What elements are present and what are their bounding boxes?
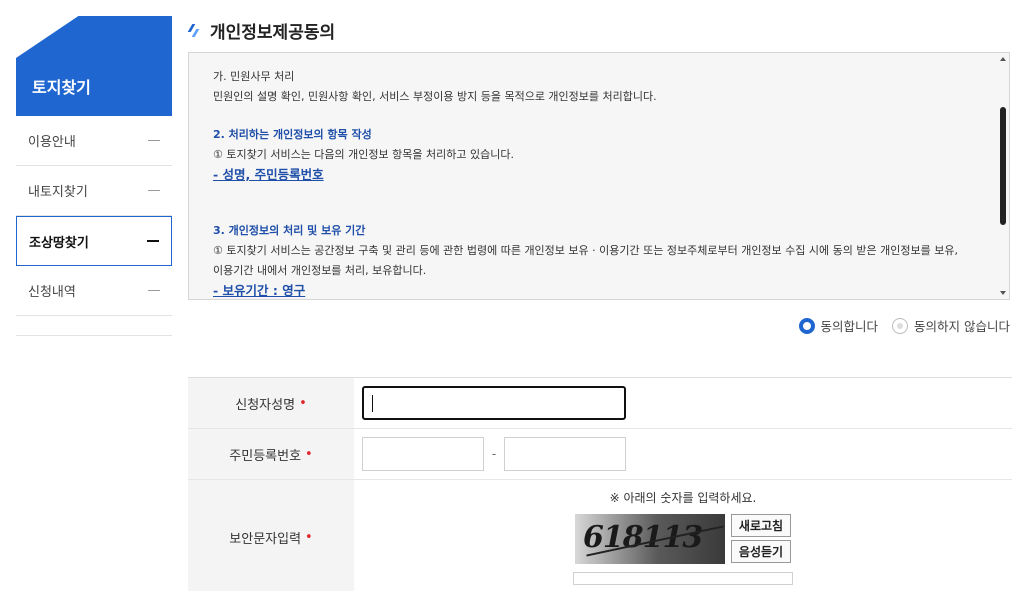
minus-icon [147,240,159,242]
agreement-radio-group: 동의합니다 동의하지 않습니다 [798,316,1010,335]
form-row-captcha: 보안문자입력 • ※ 아래의 숫자를 입력하세요. 618113 새로고침 음성… [188,480,1012,591]
radio-checked-icon[interactable] [798,317,815,334]
minus-icon [148,190,160,191]
terms-item-list: - 성명, 주민등록번호 [213,167,324,182]
captcha-row: 618113 새로고침 음성듣기 [575,514,791,564]
id-separator: - [491,447,497,461]
sidebar-item-label: 신청내역 [28,285,76,300]
scroll-thumb[interactable] [1000,107,1006,225]
disagree-radio[interactable]: 동의하지 않습니다 [892,316,1010,335]
sidebar-header: 토지찾기 [16,16,172,116]
scroll-up-arrow-icon[interactable] [1000,57,1006,61]
form-field: ※ 아래의 숫자를 입력하세요. 618113 새로고침 음성듣기 [354,480,1012,591]
sidebar: 토지찾기 이용안내 내토지찾기 조상땅찾기 신청내역 [16,16,172,336]
form-label: 신청자성명 • [188,378,354,428]
resident-number-back-input[interactable] [504,437,626,471]
agree-radio[interactable]: 동의합니다 [798,316,879,335]
sidebar-item-usage-guide[interactable]: 이용안내 [16,116,172,166]
minus-icon [148,140,160,141]
required-mark: • [299,395,307,411]
form-label: 주민등록번호 • [188,429,354,479]
terms-content: 가. 민원사무 처리 민원인의 설명 확인, 민원사항 확인, 서비스 부정이용… [189,53,1009,299]
terms-text: ① 토지찾기 서비스는 다음의 개인정보 항목을 처리하고 있습니다. [213,148,514,161]
captcha-input[interactable] [573,572,793,585]
required-mark: • [305,446,313,462]
disagree-label: 동의하지 않습니다 [914,319,1010,334]
captcha-image: 618113 [575,514,725,564]
terms-heading: 2. 처리하는 개인정보의 항목 작성 [213,128,372,141]
terms-scrollbar[interactable] [997,53,1009,299]
minus-icon [148,290,160,291]
terms-heading: 가. 민원사무 처리 [213,70,295,83]
terms-heading: 3. 개인정보의 처리 및 보유 기간 [213,224,366,237]
form-row-id: 주민등록번호 • - [188,429,1012,480]
sidebar-item-label: 조상땅찾기 [29,235,89,251]
required-mark: • [305,529,313,545]
resident-number-front-input[interactable] [362,437,484,471]
page-title: 개인정보제공동의 [210,23,336,43]
sidebar-spacer [16,316,172,336]
sidebar-item-label: 내토지찾기 [28,185,88,200]
form-label: 보안문자입력 • [188,480,354,591]
title-bullet-icon [188,24,200,38]
privacy-terms-box[interactable]: 가. 민원사무 처리 민원인의 설명 확인, 민원사항 확인, 서비스 부정이용… [188,52,1010,300]
text-cursor [372,395,373,412]
captcha-hint: ※ 아래의 숫자를 입력하세요. [609,491,757,505]
terms-text: ① 토지찾기 서비스는 공간정보 구축 및 관리 등에 관한 법령에 따른 개인… [213,244,958,257]
radio-unchecked-icon[interactable] [892,317,909,334]
terms-item-list: - 보유기간 : 영구 [213,283,306,298]
applicant-name-input[interactable] [362,386,626,420]
form-row-name: 신청자성명 • [188,378,1012,429]
sidebar-item-ancestor-land[interactable]: 조상땅찾기 [16,216,172,266]
captcha-label: 보안문자입력 [229,531,302,547]
application-form: 신청자성명 • 주민등록번호 • - 보안문자입력 • ※ 아래의 숫자를 입력… [188,377,1012,591]
scroll-down-arrow-icon[interactable] [1000,291,1006,295]
captcha-text: 618113 [583,520,703,555]
audio-captcha-button[interactable]: 음성듣기 [731,540,791,563]
terms-text: 이용기간 내에서 개인정보를 처리, 보유합니다. [213,264,427,277]
sidebar-item-label: 이용안내 [28,135,76,150]
terms-text: 민원인의 설명 확인, 민원사항 확인, 서비스 부정이용 방지 등을 목적으로… [213,90,657,103]
agree-label: 동의합니다 [820,319,879,334]
section-header: 개인정보제공동의 [188,18,335,43]
sidebar-item-my-land[interactable]: 내토지찾기 [16,166,172,216]
sidebar-item-application-history[interactable]: 신청내역 [16,266,172,316]
captcha-buttons: 새로고침 음성듣기 [731,514,791,563]
form-field: - [354,429,1012,479]
sidebar-title: 토지찾기 [32,78,91,97]
id-label: 주민등록번호 [229,448,302,464]
name-label: 신청자성명 [235,397,296,413]
refresh-captcha-button[interactable]: 새로고침 [731,514,791,537]
form-field [354,378,1012,428]
